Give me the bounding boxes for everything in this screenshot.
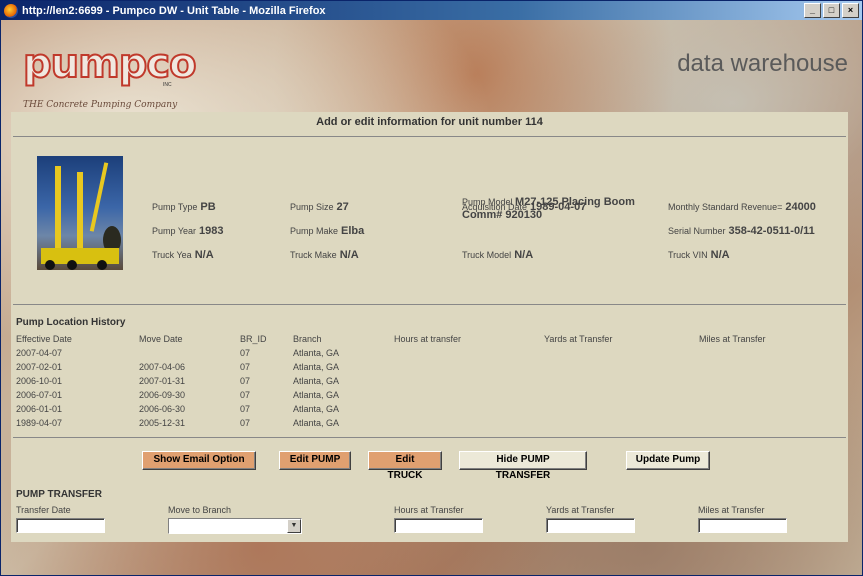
yards-at-transfer-label: Yards at Transfer — [546, 505, 615, 515]
history-table: Effective Date Move Date BR_ID Branch Ho… — [16, 332, 819, 430]
pump-make-field: Pump Make Elba — [290, 225, 365, 237]
history-header-row: Effective Date Move Date BR_ID Branch Ho… — [16, 332, 819, 346]
logo-tagline: THE Concrete Pumping Company — [23, 100, 178, 110]
truck-make-field: Truck Make N/A — [290, 249, 359, 261]
move-to-branch-select[interactable]: ▼ — [168, 518, 302, 534]
truck-year-field: Truck Yea N/A — [152, 249, 214, 261]
move-to-branch-label: Move to Branch — [168, 505, 232, 515]
col-br-id: BR_ID — [240, 334, 267, 344]
page-content: pumpco INC THE Concrete Pumping Company … — [1, 20, 862, 575]
hours-at-transfer-input[interactable] — [394, 518, 483, 533]
table-row: 2007-04-07 07 Atlanta, GA — [16, 348, 340, 358]
col-yards: Yards at Transfer — [544, 334, 613, 344]
transfer-title: PUMP TRANSFER — [16, 489, 102, 500]
yards-at-transfer-input[interactable] — [546, 518, 635, 533]
transfer-date-label: Transfer Date — [16, 505, 71, 515]
table-row: 2007-02-01 2007-04-06 07 Atlanta, GA — [16, 362, 340, 372]
pump-size-field: Pump Size 27 — [290, 201, 349, 213]
truck-vin-field: Truck VIN N/A — [668, 249, 730, 261]
miles-at-transfer-label: Miles at Transfer — [698, 505, 765, 515]
unit-panel: Add or edit information for unit number … — [11, 112, 848, 542]
pump-photo — [37, 156, 123, 270]
update-pump-button[interactable]: Update Pump — [626, 451, 710, 470]
col-branch: Branch — [293, 334, 322, 344]
col-miles: Miles at Transfer — [699, 334, 766, 344]
truck-model-field: Truck Model N/A — [462, 249, 534, 261]
site-title: data warehouse — [677, 50, 848, 77]
firefox-icon — [4, 3, 18, 18]
serial-number-field: Serial Number 358-42-0511-0/11 — [668, 225, 815, 237]
divider — [13, 136, 846, 137]
logo-inc: INC — [163, 82, 172, 88]
divider — [13, 304, 846, 305]
title-bar[interactable]: http://len2:6699 - Pumpco DW - Unit Tabl… — [1, 1, 862, 20]
col-hours: Hours at transfer — [394, 334, 462, 344]
table-row: 2006-07-01 2006-09-30 07 Atlanta, GA — [16, 390, 340, 400]
minimize-button[interactable]: _ — [804, 3, 821, 18]
page-heading: Add or edit information for unit number … — [316, 116, 543, 128]
table-row: 2006-10-01 2007-01-31 07 Atlanta, GA — [16, 376, 340, 386]
hide-pump-transfer-button[interactable]: Hide PUMP TRANSFER — [459, 451, 587, 481]
dropdown-arrow-icon[interactable]: ▼ — [287, 519, 301, 533]
miles-at-transfer-input[interactable] — [698, 518, 787, 533]
monthly-revenue-field: Monthly Standard Revenue= 24000 — [668, 201, 816, 213]
pumpco-logo[interactable]: pumpco INC THE Concrete Pumping Company — [22, 41, 198, 110]
browser-window: http://len2:6699 - Pumpco DW - Unit Tabl… — [0, 0, 863, 576]
show-email-option-button[interactable]: Show Email Option — [142, 451, 256, 470]
window-title: http://len2:6699 - Pumpco DW - Unit Tabl… — [22, 4, 326, 17]
edit-truck-button[interactable]: Edit TRUCK — [368, 451, 442, 481]
transfer-date-input[interactable] — [16, 518, 105, 533]
pump-type-field: Pump Type PB — [152, 201, 216, 213]
divider — [13, 437, 846, 438]
hours-at-transfer-label: Hours at Transfer — [394, 505, 464, 515]
table-row: 1989-04-07 2005-12-31 07 Atlanta, GA — [16, 418, 340, 428]
maximize-button[interactable]: □ — [823, 3, 840, 18]
edit-pump-button[interactable]: Edit PUMP — [279, 451, 351, 470]
logo-wordmark: pumpco — [22, 41, 198, 87]
table-row: 2006-01-01 2006-06-30 07 Atlanta, GA — [16, 404, 340, 414]
history-title: Pump Location History — [16, 317, 126, 328]
pump-model-field: Pump Model M27-125 Placing Boom Comm# 92… — [462, 196, 635, 221]
col-effective-date: Effective Date — [16, 334, 72, 344]
col-move-date: Move Date — [139, 334, 183, 344]
close-button[interactable]: × — [842, 3, 859, 18]
pump-year-field: Pump Year 1983 — [152, 225, 224, 237]
